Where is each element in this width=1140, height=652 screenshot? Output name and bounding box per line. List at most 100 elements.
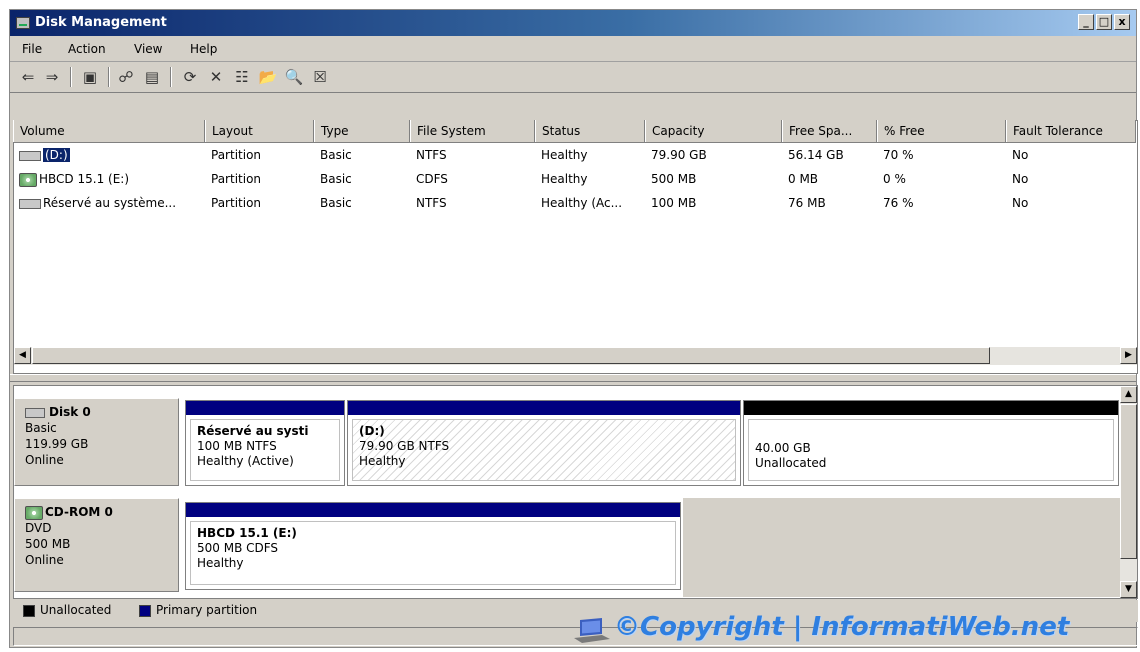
disk-management-window: Disk Management _ □ x File Action View H… [9,9,1138,648]
disk-0-label[interactable]: Disk 0 Basic 119.99 GB Online [14,398,179,486]
help-icon[interactable]: ☍ [116,67,136,87]
cell-type: Basic [320,148,352,162]
table-row[interactable]: HBCD 15.1 (E:) Partition Basic CDFS Heal… [13,168,1136,190]
cell-layout: Partition [211,196,262,210]
menu-file[interactable]: File [22,42,42,56]
partition-status: Unallocated [755,456,827,470]
title-bar[interactable]: Disk Management _ □ x [10,10,1136,36]
partition-size: 100 MB NTFS [197,439,277,453]
close-button[interactable]: x [1114,14,1130,30]
cell-file-system: NTFS [416,148,447,162]
column-capacity[interactable]: Capacity [645,120,782,142]
horizontal-scrollbar[interactable]: ◀ ▶ [14,346,1137,365]
partition-d[interactable]: (D:) 79.90 GB NTFS Healthy [347,400,741,486]
cell-fault-tolerance: No [1012,196,1029,210]
disk-volume-icon [19,198,41,209]
cell-status: Healthy [541,172,588,186]
console-tree-icon[interactable]: ▣ [80,67,100,87]
partition-status: Healthy [197,556,244,570]
partition-unallocated[interactable]: 40.00 GB Unallocated [743,400,1119,486]
scroll-left-button[interactable]: ◀ [14,347,31,364]
menu-help[interactable]: Help [190,42,217,56]
cell-capacity: 500 MB [651,172,697,186]
partition-size: 79.90 GB NTFS [359,439,450,453]
cell-volume: (D:) [13,144,205,166]
table-row[interactable]: (D:) Partition Basic NTFS Healthy 79.90 … [13,144,1136,166]
legend-unallocated: Unallocated [40,603,112,617]
primary-partition-bar [186,503,680,517]
delete-icon[interactable]: ✕ [206,67,226,87]
partition-info: Réservé au systi 100 MB NTFS Healthy (Ac… [190,419,340,481]
disk-kind: Basic [25,421,57,435]
column-layout[interactable]: Layout [205,120,314,142]
disk-graphical-view: Disk 0 Basic 119.99 GB Online Réservé au… [13,385,1138,599]
cell-capacity: 79.90 GB [651,148,707,162]
maximize-button[interactable]: □ [1096,14,1112,30]
cell-layout: Partition [211,148,262,162]
partition-status: Healthy [359,454,406,468]
toolbar-separator [108,67,110,87]
partition-name: (D:) [359,424,385,438]
partition-name: Réservé au systi [197,424,309,438]
scroll-up-button[interactable]: ▲ [1120,386,1137,403]
menu-view[interactable]: View [134,42,162,56]
cd-volume-icon [19,172,37,187]
partition-reserved[interactable]: Réservé au systi 100 MB NTFS Healthy (Ac… [185,400,345,486]
pane-splitter[interactable] [10,374,1136,382]
properties-view-icon[interactable]: ▤ [142,67,162,87]
unallocated-swatch [23,605,35,617]
disk-kind: DVD [25,521,52,535]
column-fault-tolerance[interactable]: Fault Tolerance [1006,120,1136,142]
cell-percent-free: 70 % [883,148,914,162]
disk-state: Online [25,553,64,567]
laptop-logo-icon [574,618,610,643]
column-percent-free[interactable]: % Free [877,120,1006,142]
scroll-right-button[interactable]: ▶ [1120,347,1137,364]
cell-percent-free: 0 % [883,172,906,186]
column-free-space[interactable]: Free Spa... [782,120,877,142]
column-volume[interactable]: Volume [13,120,205,142]
cell-percent-free: 76 % [883,196,914,210]
help-topics-icon[interactable]: ☒ [310,67,330,87]
partition-info: 40.00 GB Unallocated [748,419,1114,481]
cell-free-space: 76 MB [788,196,826,210]
vertical-scrollbar[interactable]: ▲ ▼ [1120,386,1137,598]
minimize-button[interactable]: _ [1078,14,1094,30]
cell-volume: Réservé au système... [13,192,205,214]
disk-size: 119.99 GB [25,437,89,451]
column-type[interactable]: Type [314,120,410,142]
cell-free-space: 0 MB [788,172,819,186]
cell-layout: Partition [211,172,262,186]
toolbar-separator [170,67,172,87]
cell-type: Basic [320,196,352,210]
toolbar: ⇐ ⇒ ▣ ☍ ▤ ⟳ ✕ ☷ 📂 🔍 ☒ [10,62,1136,93]
horizontal-scroll-thumb[interactable] [32,347,990,364]
empty-area [683,498,1121,597]
disk-name: Disk 0 [49,405,91,419]
column-file-system[interactable]: File System [410,120,535,142]
vertical-scroll-thumb[interactable] [1120,404,1137,559]
cell-type: Basic [320,172,352,186]
primary-partition-bar [186,401,344,415]
back-arrow-icon[interactable]: ⇐ [18,67,38,87]
cell-fault-tolerance: No [1012,148,1029,162]
partition-hbcd[interactable]: HBCD 15.1 (E:) 500 MB CDFS Healthy [185,502,681,590]
open-folder-icon[interactable]: 📂 [258,67,278,87]
primary-partition-bar [348,401,740,415]
window-controls: _ □ x [1078,14,1130,30]
cell-file-system: NTFS [416,196,447,210]
properties-icon[interactable]: ☷ [232,67,252,87]
cd-rom-0-label[interactable]: CD-ROM 0 DVD 500 MB Online [14,498,179,592]
menu-action[interactable]: Action [68,42,106,56]
column-status[interactable]: Status [535,120,645,142]
table-row[interactable]: Réservé au système... Partition Basic NT… [13,192,1136,214]
cell-capacity: 100 MB [651,196,697,210]
menu-bar: File Action View Help [10,37,1136,62]
explore-icon[interactable]: 🔍 [284,67,304,87]
refresh-icon[interactable]: ⟳ [180,67,200,87]
partition-size: 500 MB CDFS [197,541,279,555]
volume-list-header: Volume Layout Type File System Status Ca… [13,120,1136,143]
legend-primary-partition: Primary partition [156,603,258,617]
forward-arrow-icon[interactable]: ⇒ [42,67,62,87]
scroll-down-button[interactable]: ▼ [1120,581,1137,598]
